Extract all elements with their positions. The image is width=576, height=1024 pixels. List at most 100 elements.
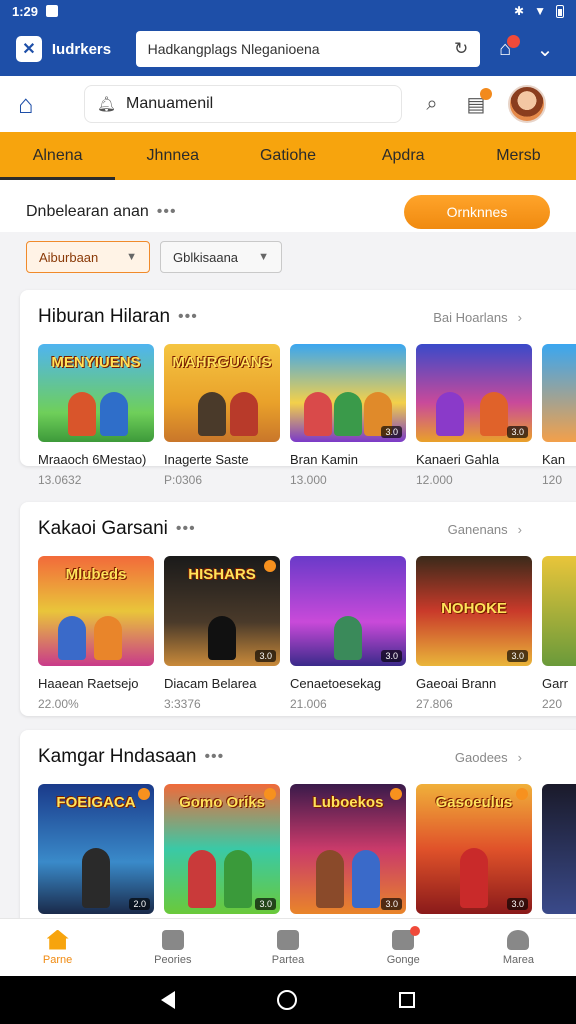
section-title: Kamgar Hndasaan	[38, 746, 197, 767]
game-name: Gaeoai Brann	[416, 676, 497, 691]
game-card[interactable]: 3.0 Kanaeri Gahla 12.000	[416, 344, 532, 487]
favorite-icon[interactable]	[516, 788, 528, 800]
sort-row: Dnbelearan anan ••• Ornknnes	[0, 192, 576, 232]
rating-badge: 3.0	[507, 898, 528, 910]
game-card[interactable]: Kan 120	[542, 344, 576, 487]
more-icon[interactable]: •••	[178, 308, 198, 326]
bluetooth-icon: ✱	[514, 4, 525, 18]
search-input[interactable]: 🔔︎ Manuamenil	[84, 85, 402, 123]
tab-category[interactable]: Jhnnea	[115, 132, 230, 180]
app-logo-icon[interactable]: ✕	[16, 36, 42, 62]
nav-travel[interactable]: Partea	[230, 919, 345, 976]
filter-dropdown[interactable]: Gblkisaana ▼	[160, 241, 282, 273]
favorite-icon[interactable]	[264, 560, 276, 572]
game-card[interactable]: 3.0 Bran Kamin 13.000	[290, 344, 406, 487]
url-text: Hadkangplags Nleganioena	[147, 41, 320, 57]
filter-dropdown[interactable]: Aiburbaan ▼	[26, 241, 150, 273]
game-art-title: MENYIUENS	[51, 354, 141, 371]
more-icon[interactable]: •••	[157, 203, 177, 221]
game-meta: 13.0632	[38, 473, 82, 487]
more-icon[interactable]: •••	[176, 520, 196, 538]
favorite-icon[interactable]	[264, 788, 276, 800]
game-meta: 21.006	[290, 697, 327, 711]
home-tabs-icon[interactable]: ⌂	[490, 34, 521, 61]
game-art-title: Mlubeds	[65, 566, 127, 583]
game-name: Mraaoch 6Mestao)	[38, 452, 147, 467]
see-all-link[interactable]: Ganenans ›	[448, 522, 522, 537]
see-all-link[interactable]: Gaodees ›	[455, 750, 522, 765]
app-header: ⌂ 🔔︎ Manuamenil ⌕ ▤	[0, 76, 576, 132]
game-card[interactable]: Mlubeds Haaean Raetsejo 22.00%	[38, 556, 154, 711]
content-area[interactable]: Hiburan Hilaran ••• Bai Hoarlans › MENYIU…	[0, 282, 576, 918]
recents-icon[interactable]	[399, 992, 415, 1008]
character-art	[198, 392, 226, 436]
home-circle-icon[interactable]	[277, 990, 297, 1010]
game-card[interactable]: Gasoeulus 3.0	[416, 784, 532, 914]
nav-games[interactable]: Peories	[115, 919, 230, 976]
rating-badge: 3.0	[381, 898, 402, 910]
chevron-right-icon: ›	[517, 749, 522, 765]
back-icon[interactable]	[161, 991, 175, 1009]
tab-category[interactable]: Mersb	[461, 132, 576, 180]
character-art	[68, 392, 96, 436]
nav-label: Marea	[502, 953, 534, 966]
character-art	[224, 850, 252, 908]
game-card[interactable]: MAHRGUANS Inagerte Saste P:0306	[164, 344, 280, 487]
notification-icon	[46, 5, 59, 17]
see-all-link[interactable]: Bai Hoarlans ›	[433, 310, 522, 325]
tab-category[interactable]: Gatiohe	[230, 132, 345, 180]
game-section: Hiburan Hilaran ••• Bai Hoarlans › MENYIU…	[20, 290, 576, 487]
avatar[interactable]	[508, 85, 546, 123]
game-thumbnail: HISHARS 3.0	[164, 556, 280, 666]
nav-messages[interactable]: Gonge	[346, 919, 461, 976]
game-card[interactable]: MENYIUENS Mraaoch 6Mestao) 13.0632	[38, 344, 154, 487]
character-art	[82, 848, 110, 908]
tab-category[interactable]: Alnena	[0, 132, 116, 180]
browser-bar: ✕ Iudrkers Hadkangplags Nleganioena ↻ ⌂ …	[0, 22, 576, 76]
chevron-down-icon: ▼	[126, 251, 137, 263]
rating-badge: 3.0	[507, 426, 528, 438]
search-icon[interactable]: ⌕	[418, 93, 446, 116]
game-card[interactable]: Gomo Oriks 3.0	[164, 784, 280, 914]
see-all-label: Gaodees	[454, 749, 508, 765]
nav-profile[interactable]: Marea	[461, 919, 576, 976]
reload-icon[interactable]: ↻	[454, 39, 468, 59]
category-tabs: Alnena Jhnnea Gatiohe Apdra Mersb	[0, 132, 576, 180]
game-card[interactable]: 3.0 Cenaetoesekag 21.006	[290, 556, 406, 711]
more-icon[interactable]: •••	[204, 748, 224, 766]
game-name: Kan	[542, 452, 566, 467]
chevron-down-icon[interactable]: ⌄	[530, 37, 560, 62]
url-bar[interactable]: Hadkangplags Nleganioena ↻	[135, 31, 481, 67]
favorite-icon[interactable]	[138, 788, 150, 800]
game-card[interactable]	[542, 784, 576, 914]
game-name: Kanaeri Gahla	[416, 452, 500, 467]
bell-icon: 🔔︎	[97, 96, 117, 113]
nav-label: Gonge	[386, 953, 420, 966]
favorite-icon[interactable]	[390, 788, 402, 800]
tab-category[interactable]: Apdra	[346, 132, 461, 180]
game-meta: 220	[542, 697, 563, 711]
nav-home[interactable]: Parne	[0, 919, 115, 976]
game-card[interactable]: NOHOKE 3.0 Gaeoai Brann 27.806	[416, 556, 532, 711]
cta-button[interactable]: Ornknnes	[404, 195, 550, 229]
game-thumbnail: Gomo Oriks 3.0	[164, 784, 280, 914]
battery-icon	[556, 4, 564, 18]
game-card[interactable]: HISHARS 3.0 Diacam Belarea 3:3376	[164, 556, 280, 711]
status-bar: 1:29 ✱ ▼	[0, 0, 576, 22]
app-name: Iudrkers	[51, 40, 112, 58]
system-nav-bar	[0, 976, 576, 1024]
rating-badge: 3.0	[255, 898, 276, 910]
cart-badge	[480, 87, 492, 100]
tab-count-badge	[507, 34, 521, 48]
game-card[interactable]: Luboekos 3.0	[290, 784, 406, 914]
game-name: Cenaetoesekag	[290, 676, 382, 691]
notification-badge	[410, 925, 421, 936]
cart-icon[interactable]: ▤	[462, 87, 492, 117]
game-card[interactable]: FOEIGACA 2.0	[38, 784, 154, 914]
character-art	[304, 392, 332, 436]
game-card[interactable]: Garr 220	[542, 556, 576, 711]
section-title: Kakaoi Garsani	[38, 518, 168, 539]
game-thumbnail: Gasoeulus 3.0	[416, 784, 532, 914]
site-logo-icon[interactable]: ⌂	[18, 89, 66, 120]
section-title: Hiburan Hilaran	[38, 306, 171, 327]
